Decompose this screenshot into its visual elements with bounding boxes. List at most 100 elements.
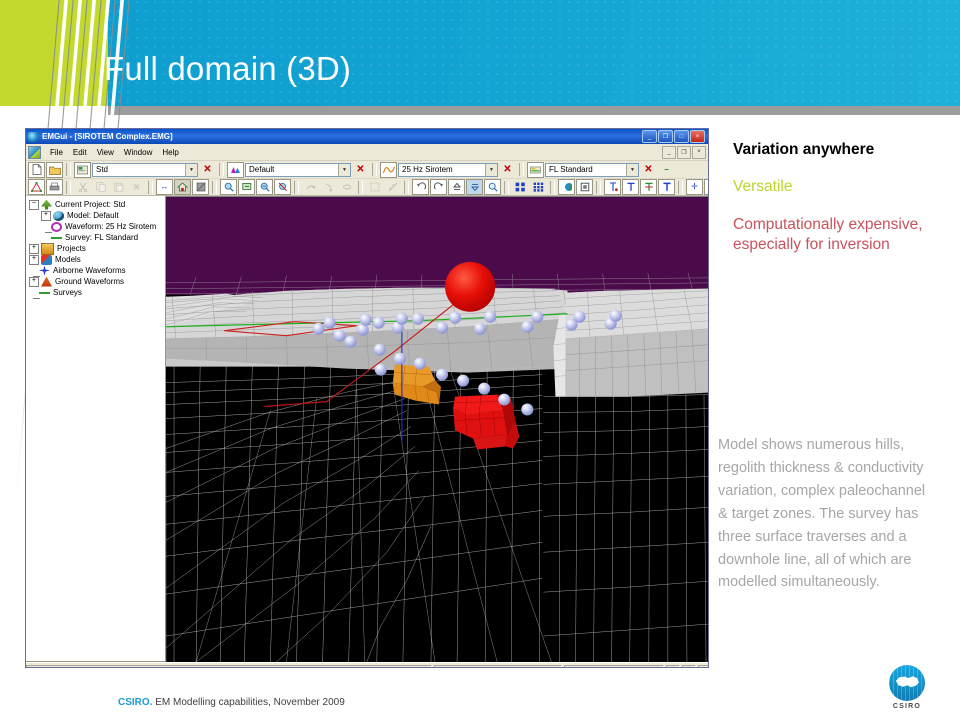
- pan-icon[interactable]: ↔: [156, 179, 173, 195]
- mdi-close-button[interactable]: ×: [692, 145, 706, 159]
- mesh-icon[interactable]: [28, 179, 45, 195]
- magnify-icon[interactable]: [484, 179, 501, 195]
- redo-rotate-icon[interactable]: [430, 179, 447, 195]
- tree-item-airborne-waveforms[interactable]: Airborne Waveforms: [28, 265, 165, 277]
- home-view-icon[interactable]: [174, 179, 191, 195]
- minimize-button[interactable]: _: [642, 130, 657, 143]
- menu-window[interactable]: Window: [119, 147, 157, 158]
- toolbar-secondary[interactable]: ✕ ↔ ✛: [26, 179, 708, 196]
- shade-icon[interactable]: [192, 179, 209, 195]
- survey-icon[interactable]: [527, 161, 544, 178]
- menubar[interactable]: File Edit View Window Help _ ❐ ×: [26, 144, 708, 161]
- view-down-icon[interactable]: [466, 179, 483, 195]
- menu-help[interactable]: Help: [157, 147, 183, 158]
- project-combo[interactable]: Std ▼: [92, 162, 198, 177]
- model-3d-render[interactable]: [166, 197, 708, 662]
- model-icon[interactable]: [227, 161, 244, 178]
- project-delete-button[interactable]: ✕: [199, 162, 216, 178]
- toolbar-primary[interactable]: Std ▼ ✕ Default ▼ ✕ 25 Hz Sirotem ▼ ✕ FL…: [26, 161, 708, 179]
- chevron-down-icon[interactable]: ▼: [185, 163, 197, 176]
- grid-on-icon[interactable]: [512, 179, 529, 195]
- emgui-application-window[interactable]: EMGui - [SIROTEM Complex.EMG] _ ❐ □ × Fi…: [25, 128, 709, 668]
- toolbar-separator: [212, 180, 217, 194]
- measure-icon: [384, 179, 401, 195]
- color-icon[interactable]: [558, 179, 575, 195]
- survey-node-icon: [51, 233, 62, 243]
- close-button[interactable]: ×: [690, 130, 705, 143]
- project-icon[interactable]: [74, 161, 91, 178]
- tree-expander[interactable]: +: [29, 254, 39, 265]
- tree-item-ground-waveforms[interactable]: + Ground Waveforms: [28, 276, 165, 287]
- model-node-icon: [53, 210, 64, 221]
- zoom-fit-icon[interactable]: [274, 179, 291, 195]
- text-icon[interactable]: [622, 179, 639, 195]
- mdi-restore-button[interactable]: ❐: [677, 145, 691, 159]
- waveform-combo[interactable]: 25 Hz Sirotem ▼: [398, 162, 498, 177]
- ground-waveforms-icon: [41, 276, 52, 287]
- new-document-icon[interactable]: [28, 161, 45, 178]
- waveform-node-icon: [51, 221, 62, 232]
- toolbar-separator: [66, 180, 71, 194]
- chevron-down-icon[interactable]: ▼: [338, 163, 350, 176]
- menu-view[interactable]: View: [92, 147, 119, 158]
- menu-file[interactable]: File: [45, 147, 68, 158]
- survey-combo[interactable]: FL Standard ▼: [545, 162, 639, 177]
- toolbar-separator: [372, 163, 377, 176]
- tree-expander[interactable]: +: [41, 210, 51, 221]
- tree-expander[interactable]: −: [29, 199, 39, 210]
- box-icon[interactable]: [576, 179, 593, 195]
- status-coordinates: E=0 N=0 Interval=100: [434, 664, 562, 667]
- tree-expander[interactable]: +: [29, 276, 39, 287]
- tree-item-label: Ground Waveforms: [55, 276, 125, 286]
- restore-button[interactable]: ❐: [658, 130, 673, 143]
- title-icon[interactable]: [658, 179, 675, 195]
- axes-icon[interactable]: [640, 179, 657, 195]
- header-shadow-bar: [108, 106, 960, 115]
- toolbar-separator: [596, 180, 601, 194]
- model-delete-button[interactable]: ✕: [352, 162, 369, 178]
- tree-item-current-project[interactable]: − Current Project: Std: [28, 199, 165, 210]
- survey-combo-value: FL Standard: [549, 165, 593, 174]
- tree-item-label: Model: Default: [67, 210, 119, 220]
- label-icon[interactable]: [604, 179, 621, 195]
- toolbar-separator: [148, 180, 153, 194]
- open-folder-icon[interactable]: [46, 161, 63, 178]
- zoom-window-icon[interactable]: [238, 179, 255, 195]
- chevron-down-icon[interactable]: ▼: [626, 163, 638, 176]
- tree-item-projects[interactable]: + Projects: [28, 242, 165, 255]
- model-combo[interactable]: Default ▼: [245, 162, 351, 177]
- zoom-in-icon[interactable]: [220, 179, 237, 195]
- expand-v-icon[interactable]: ✛: [704, 179, 708, 195]
- zoom-out-icon[interactable]: [256, 179, 273, 195]
- model-3d-viewport[interactable]: [166, 196, 708, 662]
- maximize-button[interactable]: □: [674, 130, 689, 143]
- survey-minus-button[interactable]: −: [658, 162, 675, 178]
- window-titlebar[interactable]: EMGui - [SIROTEM Complex.EMG] _ ❐ □ ×: [26, 129, 708, 144]
- project-tree-panel[interactable]: − Current Project: Std + Model: Default …: [26, 196, 166, 662]
- work-area: − Current Project: Std + Model: Default …: [26, 196, 708, 662]
- tree-item-surveys[interactable]: Surveys: [28, 287, 165, 299]
- mdi-minimize-button[interactable]: _: [662, 145, 676, 159]
- chevron-down-icon[interactable]: ▼: [485, 163, 497, 176]
- view-up-icon[interactable]: [448, 179, 465, 195]
- undo-rotate-icon[interactable]: [412, 179, 429, 195]
- menu-edit[interactable]: Edit: [68, 147, 92, 158]
- tree-item-model[interactable]: + Model: Default: [28, 210, 165, 221]
- tree-item-waveform[interactable]: Waveform: 25 Hz Sirotem: [28, 221, 165, 233]
- paste-icon: [110, 179, 127, 195]
- waveform-icon[interactable]: [380, 161, 397, 178]
- tree-item-models[interactable]: + Models: [28, 254, 165, 265]
- survey-delete-button[interactable]: ✕: [640, 162, 657, 178]
- tree-item-survey[interactable]: Survey: FL Standard: [28, 232, 165, 244]
- select-icon: [366, 179, 383, 195]
- waveform-combo-value: 25 Hz Sirotem: [402, 165, 453, 174]
- tree-item-label: Models: [55, 254, 81, 264]
- grid-off-icon[interactable]: [530, 179, 547, 195]
- print-icon[interactable]: [46, 179, 63, 195]
- project-combo-value: Std: [96, 165, 109, 174]
- airborne-waveforms-icon: [39, 265, 50, 276]
- status-indicator-2: [682, 664, 696, 667]
- waveform-delete-button[interactable]: ✕: [499, 162, 516, 178]
- tree-expander[interactable]: +: [29, 243, 39, 254]
- expand-h-icon[interactable]: ✛: [686, 179, 703, 195]
